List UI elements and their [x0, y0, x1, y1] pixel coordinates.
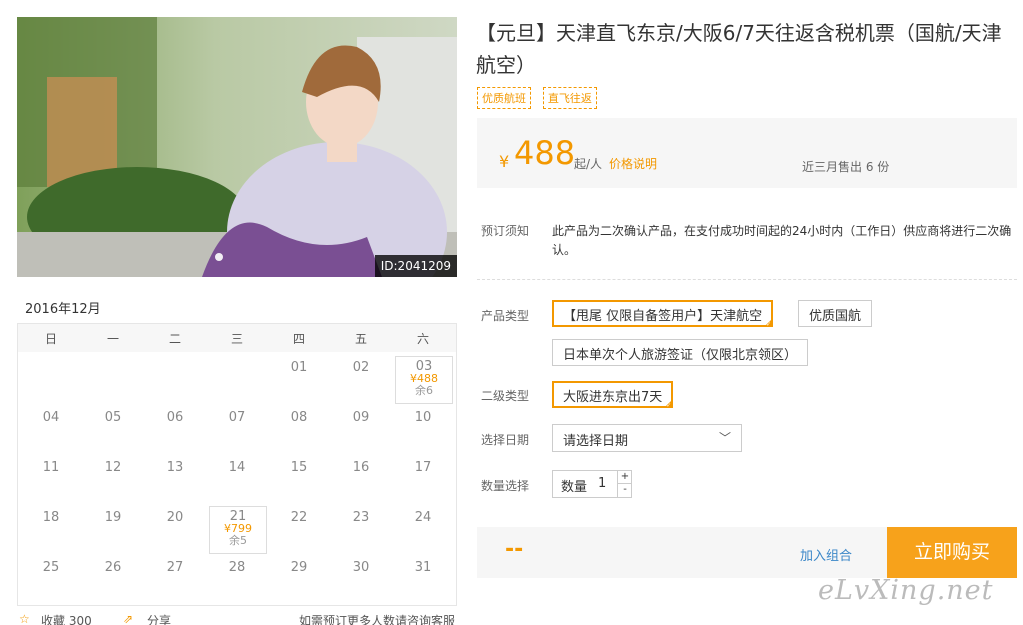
calendar-day: 24: [414, 510, 432, 525]
favorite-link[interactable]: 收藏 300: [41, 612, 92, 625]
weekday-wed: 三: [230, 332, 243, 346]
calendar-day: 09: [352, 410, 370, 425]
calendar-day: 12: [104, 460, 122, 475]
star-icon[interactable]: ☆: [19, 612, 30, 625]
photo-id-badge: ID:2041209: [374, 255, 457, 277]
sales-count: 近三月售出 6 份: [802, 160, 890, 174]
group-booking-note: 如需预订更多人数请咨询客服: [299, 614, 456, 625]
calendar-day: 02: [352, 360, 370, 375]
date-label: 选择日期: [481, 433, 530, 447]
date-select[interactable]: 请选择日期 ﹀: [552, 424, 742, 452]
weekday-sun: 日: [44, 332, 57, 346]
day-price: ¥799: [224, 522, 252, 535]
calendar-day-available[interactable]: 21 ¥799 余5: [209, 506, 267, 554]
booking-notice-text: 此产品为二次确认产品，在支付成功时间起的24小时内（工作日）供应商将进行二次确认…: [552, 224, 1012, 257]
sub-type-label: 二级类型: [481, 389, 530, 403]
product-type-label: 产品类型: [481, 309, 530, 323]
calendar-day: 01: [290, 360, 308, 375]
product-type-option[interactable]: 优质国航: [798, 300, 873, 327]
day-remaining: 余5: [229, 534, 247, 547]
purchase-bar: -- 加入组合 立即购买: [477, 527, 1017, 578]
calendar-day-available[interactable]: 03 ¥488 余6: [395, 356, 453, 404]
buy-now-button[interactable]: 立即购买: [887, 527, 1017, 578]
calendar-weekday-header: 日 一 二 三 四 五 六: [18, 324, 456, 352]
add-to-combo-link[interactable]: 加入组合: [800, 545, 852, 564]
bottom-actions: ☆ 收藏 300 ⇗ 分享 如需预订更多人数请咨询客服: [17, 612, 457, 625]
increment-button[interactable]: +: [617, 471, 632, 484]
share-icon[interactable]: ⇗: [123, 612, 133, 625]
chevron-down-icon: ﹀: [718, 431, 731, 445]
quantity-label: 数量选择: [481, 479, 530, 493]
tag-direct-roundtrip: 直飞往返: [542, 87, 597, 109]
weekday-fri: 五: [354, 332, 367, 346]
calendar-day: 10: [414, 410, 432, 425]
calendar-day: 13: [166, 460, 184, 475]
product-photo[interactable]: ID:2041209: [17, 17, 457, 277]
calendar-day: 27: [166, 560, 184, 575]
decrement-button[interactable]: -: [617, 484, 632, 497]
currency-symbol: ¥: [499, 152, 510, 171]
day-price: ¥488: [410, 372, 438, 385]
quantity-prefix: 数量: [561, 480, 588, 495]
calendar-day: 15: [290, 460, 308, 475]
calendar-day: 18: [42, 510, 60, 525]
kimono-photo-illustration: [17, 17, 457, 277]
calendar-day: 20: [166, 510, 184, 525]
product-type-option-selected[interactable]: 【甩尾 仅限自备签用户】天津航空: [552, 300, 774, 328]
date-select-value: 请选择日期: [563, 434, 629, 449]
calendar-day: 17: [414, 460, 432, 475]
calendar-day: 26: [104, 560, 122, 575]
weekday-thu: 四: [292, 332, 305, 346]
site-watermark: eLvXing.net: [818, 575, 994, 606]
calendar-day: 25: [42, 560, 60, 575]
calendar-day: 29: [290, 560, 308, 575]
price-unit: 起/人: [574, 157, 603, 171]
calendar-day: 06: [166, 410, 184, 425]
product-tags: 优质航班 直飞往返: [477, 87, 605, 109]
calendar-day: 07: [228, 410, 246, 425]
quantity-value[interactable]: 1: [598, 476, 606, 491]
weekday-mon: 一: [106, 332, 119, 346]
booking-notice-label: 预订须知: [481, 224, 530, 238]
calendar-day: 14: [228, 460, 246, 475]
calendar-day: 31: [414, 560, 432, 575]
calendar-day: 08: [290, 410, 308, 425]
calendar-day: 19: [104, 510, 122, 525]
weekday-tue: 二: [168, 332, 181, 346]
price-amount: 488: [514, 134, 576, 172]
calendar-day: 30: [352, 560, 370, 575]
total-price: --: [505, 537, 524, 562]
quantity-stepper: 数量 1 + -: [552, 470, 632, 498]
weekday-sat: 六: [416, 332, 429, 346]
calendar-day: 04: [42, 410, 60, 425]
price-explain-link[interactable]: 价格说明: [609, 155, 657, 172]
calendar-day: 11: [42, 460, 60, 475]
share-link[interactable]: 分享: [147, 612, 171, 625]
day-remaining: 余6: [415, 384, 433, 397]
carousel-dot[interactable]: [215, 253, 223, 261]
calendar-day: 16: [352, 460, 370, 475]
calendar-month-tab[interactable]: 2016年12月: [17, 290, 107, 326]
divider: [477, 279, 1017, 280]
product-type-option[interactable]: 日本单次个人旅游签证（仅限北京领区）: [552, 339, 809, 366]
tag-quality-flight: 优质航班: [477, 87, 531, 109]
calendar: 日 一 二 三 四 五 六 01 02 03 ¥488 余6 04 05 06 …: [17, 323, 457, 606]
calendar-day: 23: [352, 510, 370, 525]
calendar-day: 05: [104, 410, 122, 425]
price-panel: ¥ 488 起/人 价格说明 近三月售出 6 份: [477, 118, 1017, 188]
calendar-day: 22: [290, 510, 308, 525]
calendar-day: 28: [228, 560, 246, 575]
sub-type-option-selected[interactable]: 大阪进东京出7天: [552, 381, 674, 409]
product-title: 【元旦】天津直飞东京/大阪6/7天往返含税机票（国航/天津航空）: [476, 21, 1002, 77]
